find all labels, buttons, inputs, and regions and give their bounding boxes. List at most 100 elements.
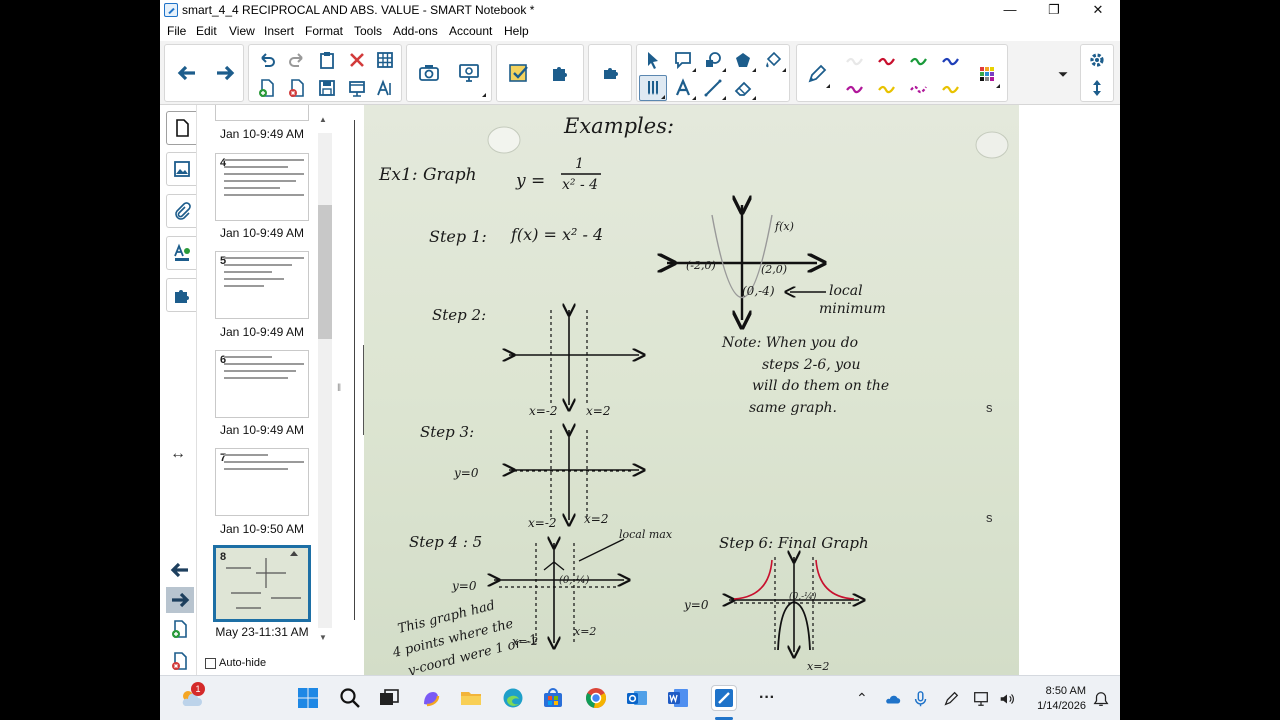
toolbar-dropdown[interactable]: [1054, 61, 1072, 87]
pen-color-magenta-dashed[interactable]: [905, 75, 933, 101]
add-ons-button[interactable]: [593, 48, 629, 98]
menu-account[interactable]: Account: [449, 24, 492, 38]
volume-icon[interactable]: [998, 690, 1016, 711]
resize-sidebar-icon[interactable]: ↔: [170, 445, 186, 463]
menu-insert[interactable]: Insert: [264, 24, 294, 38]
add-page-small-icon: [172, 620, 187, 638]
previous-page-button[interactable]: [169, 48, 205, 98]
pen-color-white[interactable]: [841, 47, 869, 73]
minimize-button[interactable]: —: [988, 0, 1032, 21]
pen-style-button[interactable]: [803, 59, 831, 89]
speaker-icon: [1000, 694, 1014, 704]
start-button[interactable]: [295, 685, 321, 711]
pen-color-red[interactable]: [873, 47, 901, 73]
show-hidden-icons-button[interactable]: ⌃: [856, 690, 868, 707]
save-button[interactable]: [313, 75, 341, 101]
voice-access-icon[interactable]: [912, 690, 930, 711]
page-sorter-tab[interactable]: [166, 111, 196, 145]
sorter-scrollbar[interactable]: ▲ ▼: [316, 115, 332, 645]
pen-color-magenta[interactable]: [841, 75, 869, 101]
document-camera-button[interactable]: [451, 48, 487, 98]
page-thumbnail-4[interactable]: 4: [215, 153, 309, 221]
pen-color-green[interactable]: [905, 47, 933, 73]
smart-notebook-taskbar-button[interactable]: [711, 685, 737, 711]
menu-view[interactable]: View: [229, 24, 255, 38]
checkbox-icon[interactable]: [205, 657, 216, 669]
edge-browser-button[interactable]: [500, 685, 526, 711]
response-group: [496, 44, 584, 102]
task-view-button[interactable]: [376, 685, 402, 711]
add-ons-tab[interactable]: [166, 278, 196, 312]
screen-shade-button[interactable]: [343, 75, 371, 101]
menu-format[interactable]: Format: [305, 24, 343, 38]
page-thumbnail-6[interactable]: 6: [215, 350, 309, 418]
sorter-add-page-button[interactable]: [170, 619, 190, 644]
copilot-button[interactable]: [418, 685, 444, 711]
pen-color-yellow[interactable]: [873, 75, 901, 101]
menu-edit[interactable]: Edit: [196, 24, 217, 38]
undo-button[interactable]: [253, 47, 281, 73]
network-icon[interactable]: [972, 690, 990, 711]
menu-help[interactable]: Help: [504, 24, 529, 38]
notebook-canvas[interactable]: Examples: Ex1: Graph y = 1 x² - 4 Step 1…: [346, 105, 1120, 675]
sorter-previous-button[interactable]: [166, 557, 194, 583]
auto-hide-checkbox[interactable]: Auto-hide: [205, 657, 266, 669]
page-thumbnail-7[interactable]: 7: [215, 448, 309, 516]
shapes-tool-button[interactable]: [699, 47, 727, 73]
pens-tool-button[interactable]: [639, 75, 667, 101]
notifications-icon[interactable]: [1092, 690, 1110, 711]
menu-add-ons[interactable]: Add-ons: [393, 24, 438, 38]
fill-bucket-button[interactable]: [759, 47, 787, 73]
color-palette-button[interactable]: [973, 59, 1001, 89]
sorter-next-button[interactable]: [166, 587, 194, 613]
toolbar-move-button[interactable]: [1083, 75, 1111, 101]
word-button[interactable]: [665, 685, 691, 711]
paste-button[interactable]: [313, 47, 341, 73]
search-button[interactable]: [337, 685, 363, 711]
chrome-button[interactable]: [583, 685, 609, 711]
scroll-thumb[interactable]: [318, 205, 332, 339]
settings-button[interactable]: [1083, 47, 1111, 73]
delete-page-button[interactable]: [283, 75, 311, 101]
sorter-resize-handle[interactable]: ‖: [337, 383, 341, 394]
lines-tool-button[interactable]: [699, 75, 727, 101]
document-camera-image[interactable]: Examples: Ex1: Graph y = 1 x² - 4 Step 1…: [364, 105, 1019, 675]
screen-capture-button[interactable]: [411, 48, 447, 98]
redo-button[interactable]: [283, 47, 311, 73]
next-page-button[interactable]: [207, 48, 243, 98]
attachments-tab[interactable]: [166, 194, 196, 228]
pen-color-yellow-2[interactable]: [937, 75, 965, 101]
svg-text:x² - 4: x² - 4: [562, 177, 598, 193]
page-thumbnail-8[interactable]: 8: [213, 545, 311, 622]
insert-page-button[interactable]: [253, 75, 281, 101]
menu-file[interactable]: File: [167, 24, 186, 38]
delete-button[interactable]: [343, 47, 371, 73]
gallery-tab[interactable]: [166, 152, 196, 186]
eraser-shape-button[interactable]: [729, 47, 757, 73]
outlook-button[interactable]: [624, 685, 650, 711]
maximize-button[interactable]: ❐: [1032, 0, 1076, 21]
pen-menu-icon[interactable]: [942, 690, 960, 711]
handwriting-recognition-button[interactable]: [371, 75, 399, 101]
table-button[interactable]: [371, 47, 399, 73]
text-tool-button[interactable]: [669, 75, 697, 101]
select-tool-button[interactable]: [639, 47, 667, 73]
fill-tool-button[interactable]: [669, 47, 697, 73]
response-button[interactable]: [501, 48, 537, 98]
activity-builder-button[interactable]: [543, 48, 579, 98]
more-apps-button[interactable]: ···: [754, 685, 780, 711]
page-thumbnail-5[interactable]: 5: [215, 251, 309, 319]
file-explorer-button[interactable]: [458, 685, 484, 711]
onedrive-icon[interactable]: [884, 690, 902, 711]
scroll-down-icon[interactable]: ▼: [319, 633, 327, 642]
sorter-delete-page-button[interactable]: [170, 651, 190, 676]
eraser-tool-button[interactable]: [729, 75, 757, 101]
pen-color-blue[interactable]: [937, 47, 965, 73]
store-button[interactable]: [540, 685, 566, 711]
scroll-up-icon[interactable]: ▲: [319, 115, 327, 124]
page-thumbnail-3[interactable]: [215, 105, 309, 121]
menu-tools[interactable]: Tools: [354, 24, 382, 38]
system-clock[interactable]: 8:50 AM 1/14/2026: [1028, 684, 1086, 714]
close-button[interactable]: ✕: [1076, 0, 1120, 21]
properties-tab[interactable]: [166, 236, 196, 270]
